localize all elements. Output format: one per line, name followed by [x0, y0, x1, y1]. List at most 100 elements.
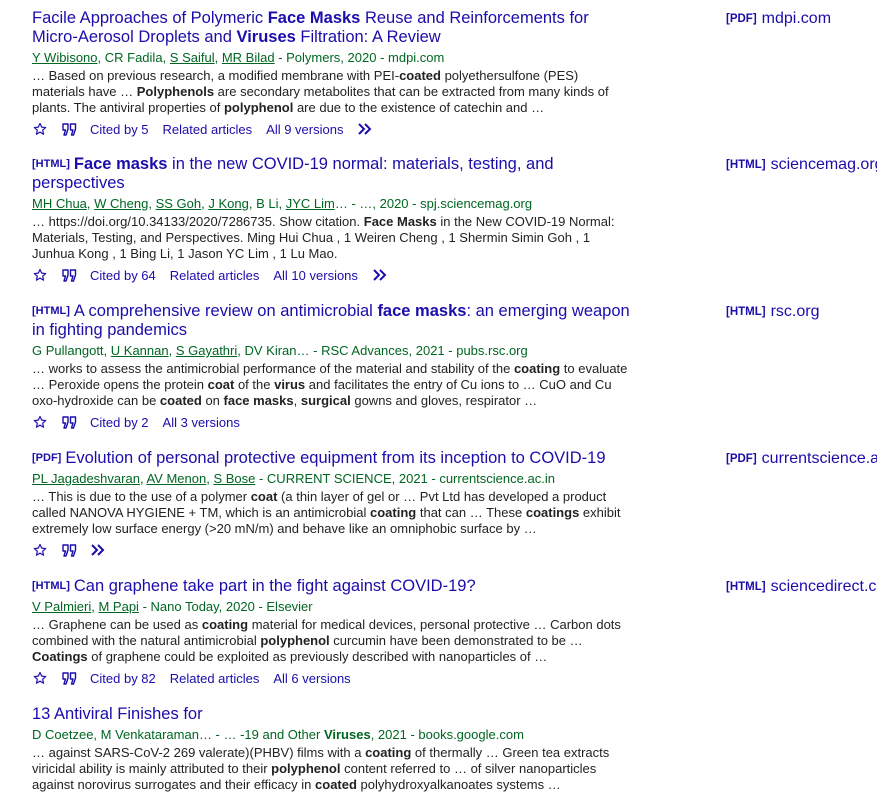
result-item: Facile Approaches of Polymeric Face Mask… — [32, 9, 632, 137]
cite-quote-icon[interactable] — [61, 414, 77, 430]
all-versions-link[interactable]: All 9 versions — [266, 122, 343, 137]
result-authors: V Palmieri, M Papi - Nano Today, 2020 - … — [32, 599, 313, 614]
fulltext-link[interactable]: [PDF] currentscience.ac.in — [726, 450, 877, 468]
result-title-text[interactable]: 13 Antiviral Finishes for — [32, 705, 203, 723]
result-format-tag: [HTML] — [32, 580, 70, 592]
result-item: [PDF] Evolution of personal protective eq… — [32, 449, 632, 558]
result-authors: D Coetzee, M Venkataraman… - … -19 and O… — [32, 727, 524, 742]
result-authors: G Pullangott, U Kannan, S Gayathri, DV K… — [32, 343, 528, 358]
fulltext-domain[interactable]: mdpi.com — [762, 10, 831, 27]
all-versions-link[interactable]: All 3 versions — [163, 415, 240, 430]
cite-quote-icon[interactable] — [61, 542, 77, 558]
author-link: G Pullangott — [32, 343, 104, 358]
result-source: - Polymers, 2020 - mdpi.com — [274, 50, 445, 65]
fulltext-format-tag: [HTML] — [726, 306, 766, 318]
author-link[interactable]: MH Chua — [32, 196, 87, 211]
result-authors: Y Wibisono, CR Fadila, S Saiful, MR Bila… — [32, 50, 445, 65]
star-icon[interactable] — [32, 414, 48, 430]
result-title[interactable]: [HTML] Can graphene take part in the figh… — [32, 577, 632, 596]
result-title[interactable]: [HTML] Face masks in the new COVID-19 nor… — [32, 155, 632, 193]
more-chevron-icon[interactable] — [357, 121, 373, 137]
fulltext-domain[interactable]: sciencedirect.com — [771, 578, 877, 595]
cited-by-link[interactable]: Cited by 5 — [90, 122, 149, 137]
author-link: M Venkataraman — [100, 727, 199, 742]
fulltext-domain[interactable]: rsc.org — [771, 303, 820, 320]
result-actions: Cited by 64 Related articles All 10 versio… — [32, 267, 632, 283]
result-item: [HTML] Face masks in the new COVID-19 nor… — [32, 155, 632, 283]
cite-quote-icon[interactable] — [61, 121, 77, 137]
fulltext-format-tag: [HTML] — [726, 159, 766, 171]
all-versions-link[interactable]: All 10 versions — [273, 268, 358, 283]
author-link[interactable]: Y Wibisono — [32, 50, 98, 65]
result-format-tag: [HTML] — [32, 158, 70, 170]
result-title[interactable]: 13 Antiviral Finishes for — [32, 705, 632, 724]
result-item: [HTML] A comprehensive review on antimicr… — [32, 302, 632, 430]
author-link[interactable]: J Kong — [208, 196, 248, 211]
author-link[interactable]: MR Bilad — [222, 50, 275, 65]
result-title-text[interactable]: A comprehensive review on antimicrobial … — [32, 302, 630, 339]
result-actions: Cited by 2 All 3 versions — [32, 414, 632, 430]
result-source: - Nano Today, 2020 - Elsevier — [138, 599, 313, 614]
star-icon[interactable] — [32, 121, 48, 137]
author-link[interactable]: PL Jagadeshvaran — [32, 471, 140, 486]
result-title[interactable]: [PDF] Evolution of personal protective eq… — [32, 449, 632, 468]
author-link[interactable]: S Gayathri — [176, 343, 237, 358]
result-title[interactable]: [HTML] A comprehensive review on antimicr… — [32, 302, 632, 340]
result-title[interactable]: Facile Approaches of Polymeric Face Mask… — [32, 9, 632, 47]
result-snippet: … Based on previous research, a modified… — [32, 68, 609, 115]
author-link[interactable]: AV Menon — [146, 471, 206, 486]
author-link: DV Kiran — [244, 343, 297, 358]
author-link[interactable]: V Palmieri — [32, 599, 91, 614]
cite-quote-icon[interactable] — [61, 670, 77, 686]
result-source: … - … -19 and Other Viruses, 2021 - book… — [198, 727, 524, 742]
author-link[interactable]: S Bose — [213, 471, 255, 486]
related-articles-link[interactable]: Related articles — [170, 268, 260, 283]
fulltext-format-tag: [PDF] — [726, 453, 757, 465]
result-title-text[interactable]: Facile Approaches of Polymeric Face Mask… — [32, 9, 589, 46]
star-icon[interactable] — [32, 267, 48, 283]
related-articles-link[interactable]: Related articles — [170, 671, 260, 686]
result-format-tag: [PDF] — [32, 452, 62, 464]
author-link[interactable]: SS Goh — [156, 196, 202, 211]
fulltext-domain[interactable]: sciencemag.org — [771, 156, 877, 173]
author-link[interactable]: S Saiful — [170, 50, 215, 65]
cited-by-link[interactable]: Cited by 2 — [90, 415, 149, 430]
author-link[interactable]: W Cheng — [94, 196, 148, 211]
result-title-text[interactable]: Face masks in the new COVID-19 normal: m… — [32, 155, 554, 192]
more-chevron-icon[interactable] — [372, 267, 388, 283]
author-link[interactable]: JYC Lim — [286, 196, 335, 211]
star-icon[interactable] — [32, 542, 48, 558]
result-snippet: … https://doi.org/10.34133/2020/7286735.… — [32, 214, 615, 261]
cited-by-link[interactable]: Cited by 64 — [90, 268, 156, 283]
result-format-tag: [HTML] — [32, 305, 70, 317]
result-item: 13 Antiviral Finishes for D Coetzee, M Ve… — [32, 705, 632, 793]
author-link[interactable]: U Kannan — [111, 343, 169, 358]
result-actions — [32, 542, 632, 558]
star-icon[interactable] — [32, 670, 48, 686]
result-authors: PL Jagadeshvaran, AV Menon, S Bose - CUR… — [32, 471, 555, 486]
fulltext-domain[interactable]: currentscience.ac.in — [762, 450, 877, 467]
more-chevron-icon[interactable] — [90, 542, 106, 558]
result-snippet: … Graphene can be used as coating materi… — [32, 617, 621, 664]
fulltext-format-tag: [PDF] — [726, 13, 757, 25]
result-actions: Cited by 5 Related articles All 9 versions — [32, 121, 632, 137]
cited-by-link[interactable]: Cited by 82 — [90, 671, 156, 686]
result-source: - CURRENT SCIENCE, 2021 - currentscience… — [255, 471, 555, 486]
result-title-text[interactable]: Can graphene take part in the fight agai… — [74, 577, 476, 595]
author-link: D Coetzee — [32, 727, 94, 742]
result-authors: MH Chua, W Cheng, SS Goh, J Kong, B Li, … — [32, 196, 533, 211]
cite-quote-icon[interactable] — [61, 267, 77, 283]
fulltext-format-tag: [HTML] — [726, 581, 766, 593]
fulltext-link[interactable]: [PDF] mdpi.com — [726, 10, 831, 28]
fulltext-link[interactable]: [HTML] sciencedirect.com — [726, 578, 877, 596]
result-snippet: … works to assess the antimicrobial perf… — [32, 361, 628, 408]
all-versions-link[interactable]: All 6 versions — [273, 671, 350, 686]
fulltext-link[interactable]: [HTML] rsc.org — [726, 303, 820, 321]
result-title-text[interactable]: Evolution of personal protective equipme… — [65, 449, 605, 467]
related-articles-link[interactable]: Related articles — [163, 122, 253, 137]
fulltext-link[interactable]: [HTML] sciencemag.org — [726, 156, 877, 174]
author-link[interactable]: M Papi — [98, 599, 138, 614]
result-item: [HTML] Can graphene take part in the figh… — [32, 577, 632, 686]
result-snippet: … This is due to the use of a polymer co… — [32, 489, 621, 536]
result-actions: Cited by 82 Related articles All 6 version… — [32, 670, 632, 686]
